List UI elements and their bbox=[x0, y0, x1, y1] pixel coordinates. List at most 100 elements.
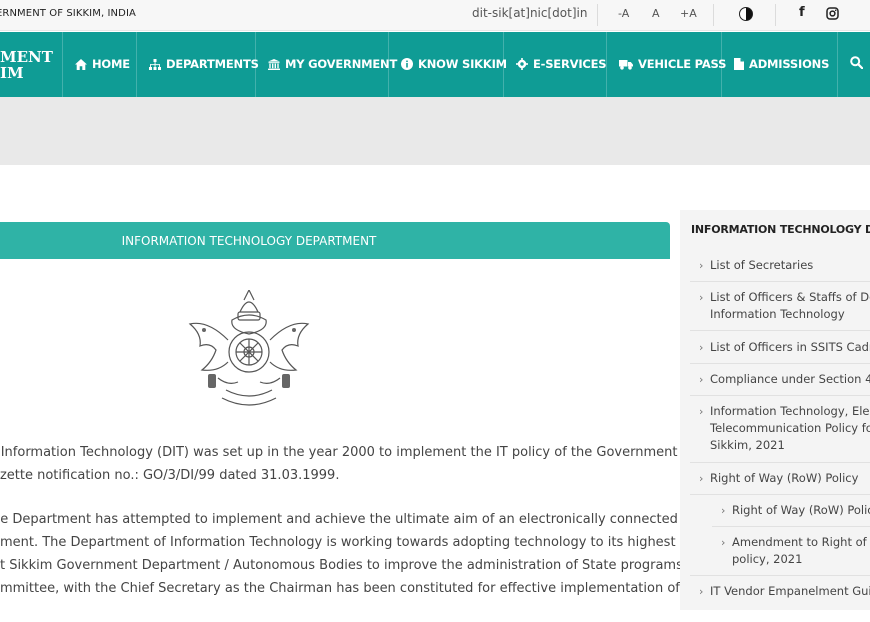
divider bbox=[690, 575, 870, 576]
sidebar-item-label: policy, 2021 bbox=[732, 552, 803, 566]
nav-label: MY GOVERNMENT bbox=[285, 57, 398, 71]
nav-item-home[interactable]: HOME bbox=[75, 57, 130, 71]
text-line: ommittee, with the Chief Secretary as th… bbox=[0, 581, 680, 596]
instagram-icon[interactable] bbox=[826, 7, 839, 20]
sidebar: INFORMATION TECHNOLOGY DEP › List of Sec… bbox=[680, 210, 870, 610]
text-line: he Department has attempted to implement… bbox=[0, 512, 678, 527]
main-navigation: MENT IM HOME DEPARTMENTS MY GOVERNMENT K… bbox=[0, 32, 870, 97]
brand-line-2: IM bbox=[0, 64, 24, 82]
sidebar-item-ssits-cadre[interactable]: › List of Officers in SSITS Cadre bbox=[699, 339, 870, 356]
section-title: INFORMATION TECHNOLOGY DEPARTMENT bbox=[121, 233, 377, 248]
text-line: ament. The Department of Information Tec… bbox=[0, 535, 676, 550]
divider bbox=[775, 4, 776, 26]
site-logo-text[interactable]: MENT IM bbox=[0, 49, 53, 81]
nav-item-vehicle-pass[interactable]: VEHICLE PASS bbox=[619, 57, 726, 71]
divider bbox=[690, 363, 870, 364]
government-label: ERNMENT OF SIKKIM, INDIA bbox=[0, 8, 136, 19]
sidebar-item-label: Telecommunication Policy for bbox=[710, 421, 870, 435]
nav-divider bbox=[255, 32, 256, 97]
sidebar-item-label: IT Vendor Empanelment Guid bbox=[710, 584, 870, 598]
sidebar-item-label: Information Technology, Electr bbox=[710, 404, 870, 418]
sidebar-item-label: List of Officers in SSITS Cadre bbox=[710, 340, 870, 354]
nav-divider bbox=[837, 32, 838, 97]
divider bbox=[712, 526, 870, 527]
font-increase-button[interactable]: +A bbox=[680, 7, 697, 20]
document-icon bbox=[734, 58, 744, 70]
chevron-right-icon: › bbox=[699, 291, 704, 304]
chevron-right-icon: › bbox=[699, 259, 704, 272]
sidebar-item-it-policy-2021[interactable]: › Information Technology, Electr Telecom… bbox=[699, 403, 870, 454]
sidebar-item-label: List of Secretaries bbox=[710, 258, 814, 272]
chevron-right-icon: › bbox=[699, 341, 704, 354]
chevron-right-icon: › bbox=[699, 585, 704, 598]
nav-label: HOME bbox=[92, 57, 130, 71]
text-line: at Sikkim Government Department / Autono… bbox=[0, 558, 683, 573]
description-paragraph: he Department has attempted to implement… bbox=[0, 508, 683, 600]
sidebar-item-label: Right of Way (RoW) Policy bbox=[732, 503, 870, 517]
divider bbox=[690, 462, 870, 463]
sidebar-item-officers-staffs[interactable]: › List of Officers & Staffs of Depa Info… bbox=[699, 289, 870, 323]
divider bbox=[690, 494, 870, 495]
nav-divider bbox=[136, 32, 137, 97]
nav-divider bbox=[388, 32, 389, 97]
sidebar-item-label: List of Officers & Staffs of Depa bbox=[710, 290, 870, 304]
sidebar-item-compliance-section-4[interactable]: › Compliance under Section 4 ( bbox=[699, 371, 870, 388]
section-header: INFORMATION TECHNOLOGY DEPARTMENT bbox=[0, 222, 670, 259]
facebook-icon[interactable]: f bbox=[799, 5, 805, 20]
nav-divider bbox=[62, 32, 63, 97]
nav-label: DEPARTMENTS bbox=[166, 57, 259, 71]
nav-item-departments[interactable]: DEPARTMENTS bbox=[149, 57, 259, 71]
divider bbox=[690, 395, 870, 396]
sitemap-icon bbox=[149, 58, 161, 70]
gear-icon bbox=[516, 58, 528, 70]
text-line: f Information Technology (DIT) was set u… bbox=[0, 445, 678, 460]
contact-email[interactable]: dit-sik[at]nic[dot]in bbox=[472, 6, 587, 20]
contrast-toggle-icon[interactable] bbox=[739, 7, 753, 21]
nav-item-admissions[interactable]: ADMISSIONS bbox=[734, 57, 829, 71]
home-icon bbox=[75, 58, 87, 70]
chevron-right-icon: › bbox=[699, 373, 704, 386]
sidebar-item-it-vendor-empanelment[interactable]: › IT Vendor Empanelment Guid bbox=[699, 583, 870, 600]
sidebar-item-label: Sikkim, 2021 bbox=[710, 438, 785, 452]
institution-icon bbox=[268, 58, 280, 70]
search-icon[interactable] bbox=[850, 56, 863, 69]
divider bbox=[597, 4, 598, 26]
nav-divider bbox=[503, 32, 504, 97]
chevron-right-icon: › bbox=[721, 504, 726, 517]
nav-label: ADMISSIONS bbox=[749, 57, 830, 71]
chevron-right-icon: › bbox=[721, 536, 726, 549]
nav-label: E-SERVICES bbox=[533, 57, 607, 71]
sidebar-item-label: Amendment to Right of W bbox=[732, 535, 870, 549]
page-banner bbox=[0, 97, 870, 165]
nav-divider bbox=[721, 32, 722, 97]
nav-label: KNOW SIKKIM bbox=[418, 57, 507, 71]
chevron-right-icon: › bbox=[699, 472, 704, 485]
state-emblem-icon bbox=[188, 290, 310, 406]
sidebar-item-list-of-secretaries[interactable]: › List of Secretaries bbox=[699, 257, 814, 274]
font-normal-button[interactable]: A bbox=[652, 7, 660, 20]
nav-item-my-government[interactable]: MY GOVERNMENT bbox=[268, 57, 397, 71]
brand-line-1: MENT bbox=[0, 48, 53, 66]
chevron-right-icon: › bbox=[699, 405, 704, 418]
sidebar-item-label: Compliance under Section 4 ( bbox=[710, 372, 870, 386]
truck-icon bbox=[619, 59, 633, 70]
divider bbox=[713, 4, 714, 26]
main-content: INFORMATION TECHNOLOGY DEPARTMENT f Info… bbox=[0, 222, 683, 622]
sidebar-title: INFORMATION TECHNOLOGY DEP bbox=[691, 223, 870, 236]
text-line: azette notification no.: GO/3/DI/99 date… bbox=[0, 468, 340, 483]
nav-item-e-services[interactable]: E-SERVICES bbox=[516, 57, 607, 71]
sidebar-item-label: Right of Way (RoW) Policy bbox=[710, 471, 859, 485]
divider bbox=[690, 330, 870, 331]
sidebar-item-label: Information Technology bbox=[710, 307, 845, 321]
font-decrease-button[interactable]: -A bbox=[618, 7, 629, 20]
info-icon bbox=[401, 58, 413, 70]
nav-label: VEHICLE PASS bbox=[638, 57, 727, 71]
nav-item-know-sikkim[interactable]: KNOW SIKKIM bbox=[401, 57, 507, 71]
intro-paragraph: f Information Technology (DIT) was set u… bbox=[0, 441, 677, 487]
divider bbox=[690, 281, 870, 282]
sidebar-item-row-policy[interactable]: › Right of Way (RoW) Policy bbox=[699, 470, 859, 487]
top-utility-bar: ERNMENT OF SIKKIM, INDIA dit-sik[at]nic[… bbox=[0, 0, 870, 31]
sidebar-subitem-row-policy[interactable]: › Right of Way (RoW) Policy bbox=[721, 502, 870, 519]
sidebar-subitem-row-amendment[interactable]: › Amendment to Right of W policy, 2021 bbox=[721, 534, 870, 568]
nav-divider bbox=[606, 32, 607, 97]
